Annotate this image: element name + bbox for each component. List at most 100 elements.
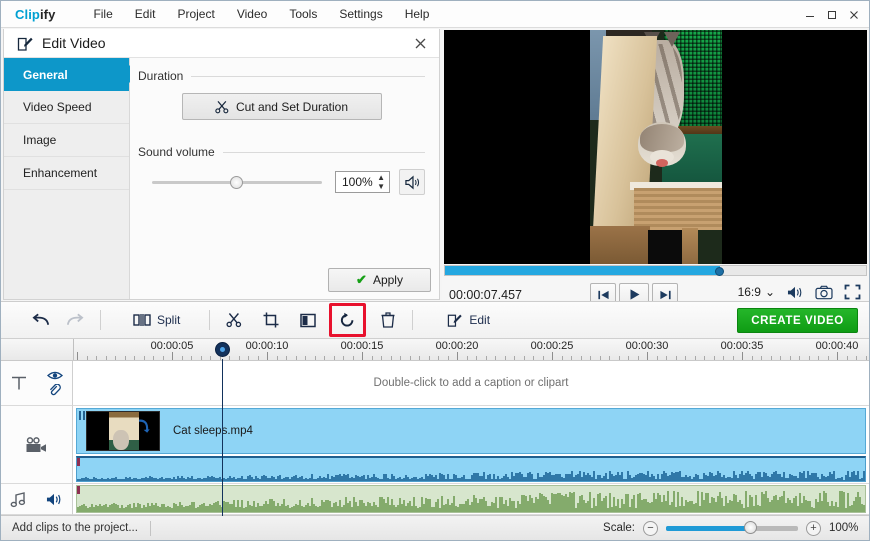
tab-general-label: General xyxy=(23,67,68,82)
volume-stepper[interactable]: 100% ▲ ▼ xyxy=(335,171,390,193)
chevron-down-icon[interactable]: ▼ xyxy=(377,183,385,191)
ruler-label: 00:00:35 xyxy=(720,340,764,352)
delete-button[interactable] xyxy=(374,307,402,333)
cut-and-set-duration-button[interactable]: Cut and Set Duration xyxy=(181,93,382,120)
divider xyxy=(191,75,425,77)
check-icon: ✔ xyxy=(356,272,367,287)
preview-volume-icon[interactable] xyxy=(786,285,804,300)
ruler-label: 00:00:10 xyxy=(245,340,289,352)
menu-project[interactable]: Project xyxy=(166,3,225,25)
waveform-bar xyxy=(865,494,866,512)
aspect-ratio-selector[interactable]: 16:9 ⌄ xyxy=(738,285,775,299)
eye-icon[interactable] xyxy=(46,370,63,381)
scale-slider-fill xyxy=(666,526,748,531)
clip-name-label: Cat sleeps.mp4 xyxy=(173,425,253,437)
music-track-row xyxy=(1,484,869,515)
flip-icon xyxy=(300,313,317,328)
split-button[interactable]: Split xyxy=(126,307,187,333)
flip-button[interactable] xyxy=(293,307,323,333)
redo-button[interactable] xyxy=(58,307,91,333)
menu-video[interactable]: Video xyxy=(226,3,278,25)
caption-track-hint: Double-click to add a caption or clipart xyxy=(373,377,569,389)
maximize-icon[interactable] xyxy=(821,4,843,26)
seek-progress xyxy=(445,266,720,275)
duration-label-text: Duration xyxy=(138,69,184,83)
brand-second: ify xyxy=(39,6,56,22)
tab-enhancement-label: Enhancement xyxy=(23,166,98,180)
app-logo: Clipify xyxy=(15,7,55,22)
tab-enhancement[interactable]: Enhancement xyxy=(4,157,129,190)
zoom-out-button[interactable]: − xyxy=(643,520,658,536)
tab-general[interactable]: General xyxy=(4,58,138,91)
edit-button[interactable]: Edit xyxy=(440,307,497,333)
video-image-rotated xyxy=(589,30,722,264)
link-icon[interactable] xyxy=(47,384,63,396)
menu-tools[interactable]: Tools xyxy=(278,3,328,25)
volume-slider-thumb[interactable] xyxy=(230,176,243,189)
mute-toggle-button[interactable] xyxy=(399,169,425,195)
music-track-body[interactable] xyxy=(73,484,869,515)
minimize-icon[interactable] xyxy=(799,4,821,26)
chevron-down-icon[interactable]: ⌄ xyxy=(765,285,775,299)
video-track-row: Cat sleeps.mp4 xyxy=(1,406,869,484)
ruler-major-tick xyxy=(552,352,553,360)
preview-seek-bar[interactable] xyxy=(444,265,867,276)
video-clip[interactable]: Cat sleeps.mp4 xyxy=(76,408,866,454)
scale-slider-thumb[interactable] xyxy=(744,521,757,534)
tab-image-label: Image xyxy=(23,133,57,147)
clip-start-marker xyxy=(77,486,80,494)
speaker-icon[interactable] xyxy=(45,492,63,507)
redo-arrow-icon xyxy=(65,313,84,328)
stepper-arrows[interactable]: ▲ ▼ xyxy=(377,174,385,191)
video-canvas[interactable] xyxy=(444,30,867,264)
tab-image[interactable]: Image xyxy=(4,124,129,157)
apply-button[interactable]: ✔ Apply xyxy=(328,268,431,292)
clip-audio-waveform[interactable] xyxy=(76,456,866,482)
scissors-icon xyxy=(226,312,242,328)
split-icon xyxy=(133,313,151,327)
pencil-square-icon xyxy=(17,35,33,51)
video-preview-panel: 00:00:07.457 16:9 ⌄ xyxy=(442,29,869,306)
menu-edit[interactable]: Edit xyxy=(124,3,167,25)
clip-grip-handle[interactable] xyxy=(79,411,85,420)
scissors-icon xyxy=(215,100,229,114)
scale-slider[interactable] xyxy=(666,521,798,535)
tab-video-speed[interactable]: Video Speed xyxy=(4,91,129,124)
close-icon[interactable] xyxy=(412,35,429,52)
undo-button[interactable] xyxy=(25,307,58,333)
volume-slider[interactable] xyxy=(152,173,322,191)
camera-icon[interactable] xyxy=(815,285,833,300)
menu-file[interactable]: File xyxy=(82,3,123,25)
speaker-icon xyxy=(404,175,421,190)
rotate-button[interactable] xyxy=(335,307,360,333)
divider xyxy=(73,339,74,360)
text-icon[interactable] xyxy=(10,374,28,392)
video-track-body[interactable]: Cat sleeps.mp4 xyxy=(73,406,869,484)
music-clip[interactable] xyxy=(76,485,866,513)
trash-icon xyxy=(381,312,395,328)
apply-label: Apply xyxy=(372,273,403,287)
music-note-icon[interactable] xyxy=(10,491,27,508)
zoom-in-button[interactable]: + xyxy=(806,520,821,536)
fullscreen-icon[interactable] xyxy=(844,284,861,300)
menu-help[interactable]: Help xyxy=(394,3,441,25)
crop-button[interactable] xyxy=(256,307,286,333)
video-camera-icon[interactable] xyxy=(25,436,49,454)
status-message: Add clips to the project... xyxy=(12,522,138,534)
caption-track-row: Double-click to add a caption or clipart xyxy=(1,361,869,406)
create-video-button[interactable]: CREATE VIDEO xyxy=(737,308,858,333)
close-icon[interactable] xyxy=(843,4,865,26)
seek-handle[interactable] xyxy=(715,267,724,276)
preview-timecode: 00:00:07.457 xyxy=(449,288,522,302)
chevron-up-icon[interactable]: ▲ xyxy=(377,174,385,182)
general-settings-pane: Duration Cut and Set Duration Sound volu… xyxy=(130,58,439,299)
caption-track-body[interactable]: Double-click to add a caption or clipart xyxy=(73,361,869,406)
edit-tab-list: General Video Speed Image Enhancement xyxy=(4,58,138,299)
cut-button[interactable] xyxy=(219,307,249,333)
playhead-handle[interactable] xyxy=(215,342,230,357)
timeline-ruler[interactable]: 00:00:05 00:00:10 00:00:15 00:00:20 00:0… xyxy=(1,339,869,361)
menu-settings[interactable]: Settings xyxy=(328,3,393,25)
caption-track-toggles xyxy=(46,370,63,396)
ruler-label: 00:00:20 xyxy=(435,340,479,352)
ruler-label: 00:00:30 xyxy=(625,340,669,352)
